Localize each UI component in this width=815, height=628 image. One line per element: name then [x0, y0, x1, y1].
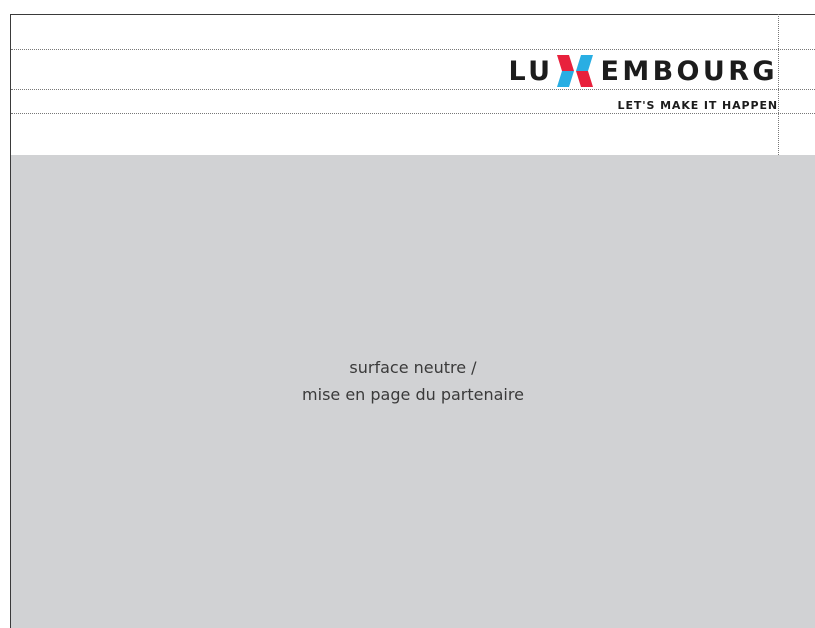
surface-caption-line-2: mise en page du partenaire: [302, 385, 524, 404]
logo-text-right: EMBOURG: [600, 55, 778, 87]
logo-tagline: LET'S MAKE IT HAPPEN: [617, 99, 778, 112]
luxembourg-logo: LU EMBOURG: [509, 55, 779, 87]
page: LU EMBOURG LET'S MAKE IT HAPPEN surface …: [0, 0, 815, 628]
guide-line: [11, 89, 815, 90]
logo-text-left: LU: [508, 55, 554, 87]
surface-caption-line-1: surface neutre /: [349, 358, 477, 377]
guide-line-vertical: [778, 14, 779, 155]
frame-top-border: [11, 14, 815, 15]
guide-line: [11, 49, 815, 50]
guide-line: [11, 113, 815, 114]
luxembourg-x-mark-icon: [557, 55, 594, 87]
surface-caption: surface neutre / mise en page du partena…: [11, 354, 815, 408]
neutral-surface: surface neutre / mise en page du partena…: [11, 155, 815, 628]
